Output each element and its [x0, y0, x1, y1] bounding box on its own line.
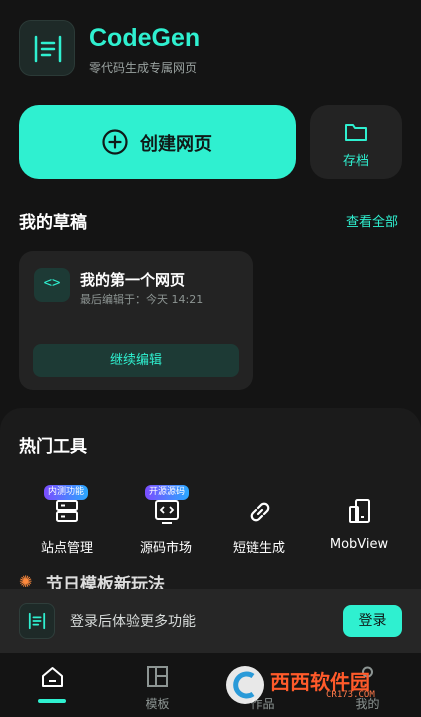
login-prompt: 登录后体验更多功能	[70, 614, 196, 630]
nav-active-indicator	[38, 699, 66, 703]
archive-label: 存档	[342, 154, 369, 169]
server-icon	[56, 500, 78, 522]
drafts-title: 我的草稿	[19, 213, 87, 233]
tool-label: 站点管理	[40, 541, 93, 556]
watermark: 西西软件园 CR173.COM	[222, 662, 408, 708]
draft-edited-time: 最后编辑于：今天 14:21	[80, 293, 204, 306]
hot-tools-title: 热门工具	[19, 437, 87, 457]
draft-name: 我的第一个网页	[80, 271, 186, 289]
tool-mobview[interactable]: MobView	[314, 487, 404, 557]
archive-button[interactable]: 存档	[310, 105, 402, 179]
tool-source-market[interactable]: 开源源码 源码市场	[121, 485, 211, 557]
template-icon	[147, 666, 168, 687]
tool-short-link[interactable]: 短链生成	[214, 487, 304, 557]
tool-label: 源码市场	[139, 541, 192, 556]
list-doc-icon	[34, 35, 62, 63]
code-glyph: <>	[43, 275, 61, 291]
tool-site-management[interactable]: 内测功能 站点管理	[22, 485, 112, 557]
mobile-view-icon	[349, 499, 370, 523]
folder-icon	[345, 124, 367, 141]
app-logo	[19, 20, 75, 76]
home-icon	[42, 667, 63, 687]
nav-home[interactable]	[0, 653, 105, 717]
create-page-label: 创建网页	[140, 134, 212, 155]
link-icon	[250, 502, 270, 522]
watermark-sub: CR173.COM	[326, 690, 375, 700]
code-icon: <>	[34, 268, 70, 302]
login-banner: 登录后体验更多功能 登录	[0, 589, 421, 653]
nav-templates[interactable]: 模板	[105, 653, 210, 717]
plus-circle-icon	[102, 129, 128, 155]
nav-label: 模板	[145, 697, 170, 711]
watermark-logo-icon	[226, 666, 264, 704]
app-tagline: 零代码生成专属网页	[89, 61, 198, 75]
app-logo-small	[19, 603, 55, 639]
view-all-link[interactable]: 查看全部	[346, 211, 398, 230]
tool-label: 短链生成	[232, 541, 285, 556]
login-button[interactable]: 登录	[343, 605, 402, 637]
code-window-icon	[155, 500, 179, 524]
continue-edit-button[interactable]: 继续编辑	[33, 344, 239, 377]
app-title: CodeGen	[89, 24, 201, 52]
list-doc-icon	[28, 612, 46, 630]
create-page-button[interactable]: 创建网页	[19, 105, 296, 179]
tool-label: MobView	[329, 537, 389, 552]
draft-card[interactable]: <> 我的第一个网页 最后编辑于：今天 14:21 继续编辑	[19, 251, 253, 390]
